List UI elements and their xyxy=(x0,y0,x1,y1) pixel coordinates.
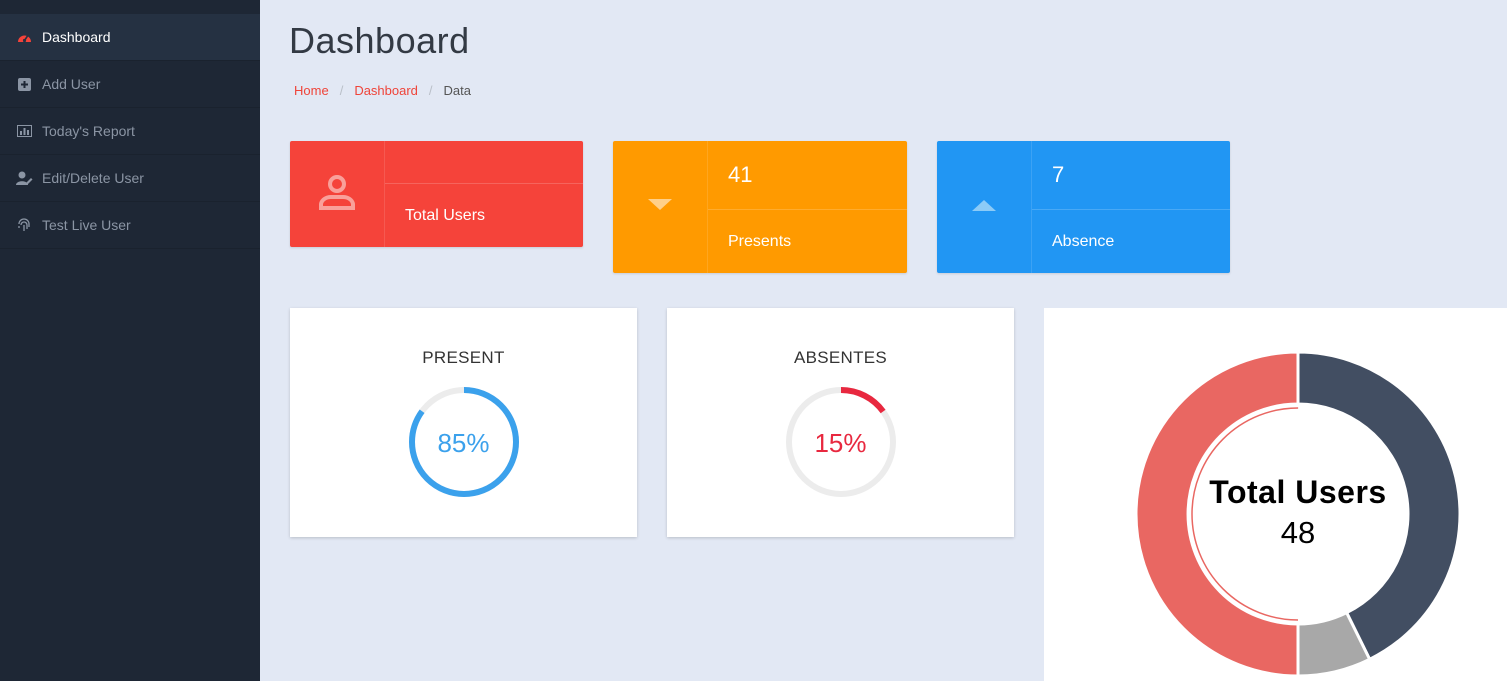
breadcrumb-dashboard-link[interactable]: Dashboard xyxy=(354,83,418,98)
absence-card[interactable]: 7 Absence xyxy=(937,141,1230,273)
presents-card[interactable]: 41 Presents xyxy=(613,141,907,273)
present-card: PRESENT 85% xyxy=(290,308,637,537)
donut-inner-ring xyxy=(1191,407,1405,621)
sidebar-item-add-user[interactable]: Add User xyxy=(0,61,260,108)
plus-square-icon xyxy=(15,75,33,93)
sidebar-item-edit-delete-user[interactable]: Edit/Delete User xyxy=(0,155,260,202)
sidebar-item-label: Add User xyxy=(42,76,101,92)
absentes-card: ABSENTES 15% xyxy=(667,308,1014,537)
present-title: PRESENT xyxy=(422,348,505,367)
donut-segment-2 xyxy=(1134,350,1300,678)
total-users-card[interactable]: Total Users xyxy=(290,141,583,247)
sidebar: Dashboard Add User Today's Report Edit/D… xyxy=(0,0,260,681)
absentes-percent: 15% xyxy=(814,428,867,458)
breadcrumb: Home / Dashboard / Data xyxy=(294,83,471,98)
total-users-value xyxy=(385,141,583,184)
sidebar-item-label: Today's Report xyxy=(42,123,135,139)
total-users-label: Total Users xyxy=(405,206,486,224)
user-edit-icon xyxy=(15,169,33,187)
fingerprint-icon xyxy=(15,216,33,234)
present-percent: 85% xyxy=(437,428,490,458)
dashboard-icon xyxy=(15,28,33,46)
sidebar-item-test-live-user[interactable]: Test Live User xyxy=(0,202,260,249)
user-icon xyxy=(317,172,357,217)
presents-label: Presents xyxy=(728,232,792,250)
caret-down-icon xyxy=(648,198,672,216)
donut-center-value: 48 xyxy=(1280,515,1316,550)
absence-value: 7 xyxy=(1032,141,1230,210)
caret-up-icon xyxy=(972,198,996,216)
breadcrumb-home-link[interactable]: Home xyxy=(294,83,329,98)
sidebar-item-label: Dashboard xyxy=(42,29,111,45)
breadcrumb-current: Data xyxy=(443,83,472,98)
sidebar-item-label: Test Live User xyxy=(42,217,131,233)
bar-chart-icon xyxy=(15,122,33,140)
donut-center-title: Total Users xyxy=(1209,474,1387,510)
sidebar-item-todays-report[interactable]: Today's Report xyxy=(0,108,260,155)
sidebar-item-label: Edit/Delete User xyxy=(42,170,144,186)
breadcrumb-separator: / xyxy=(339,83,344,98)
absence-label: Absence xyxy=(1052,232,1115,250)
presents-value: 41 xyxy=(708,141,907,210)
page-title: Dashboard xyxy=(289,20,470,61)
sidebar-item-dashboard[interactable]: Dashboard xyxy=(0,14,260,61)
absentes-title: ABSENTES xyxy=(793,348,888,367)
breadcrumb-separator: / xyxy=(428,83,433,98)
